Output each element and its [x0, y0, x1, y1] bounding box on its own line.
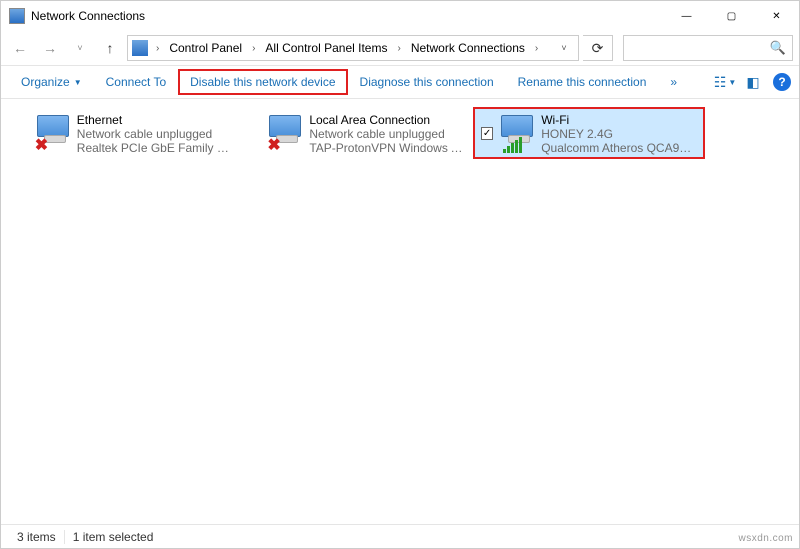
connection-status: Network cable unplugged — [309, 127, 465, 141]
adapter-icon — [499, 113, 535, 155]
app-icon — [9, 8, 25, 24]
breadcrumb-item-control-panel[interactable]: Control Panel — [165, 38, 246, 58]
breadcrumb-item-all-items[interactable]: All Control Panel Items — [261, 38, 391, 58]
preview-pane-button[interactable]: ◧ — [739, 70, 767, 94]
address-dropdown-button[interactable]: ˅ — [554, 36, 574, 60]
minimize-button[interactable]: — — [664, 1, 709, 31]
watermark: wsxdn.com — [738, 533, 793, 544]
chevron-right-icon[interactable]: › — [152, 43, 163, 54]
chevron-down-icon: ▼ — [74, 78, 82, 87]
rename-button[interactable]: Rename this connection — [506, 69, 659, 95]
connection-status: Network cable unplugged — [77, 127, 233, 141]
chevron-right-icon[interactable]: › — [248, 43, 259, 54]
connect-to-button[interactable]: Connect To — [94, 69, 179, 95]
titlebar: Network Connections — ▢ ✕ — [1, 1, 799, 31]
disable-device-button[interactable]: Disable this network device — [178, 69, 347, 95]
view-icon: ☷ — [714, 74, 727, 91]
selection-count: 1 item selected — [64, 530, 162, 544]
connection-device: Qualcomm Atheros QCA9377... — [541, 141, 697, 155]
connection-device: TAP-ProtonVPN Windows Ad... — [309, 141, 465, 155]
up-button[interactable]: ↑ — [97, 35, 123, 61]
close-button[interactable]: ✕ — [754, 1, 799, 31]
connection-item-local-area[interactable]: ✓ ✖ Local Area Connection Network cable … — [241, 107, 473, 159]
connection-item-wifi[interactable]: ✓ Wi-Fi HONEY 2.4G Qualcomm Atheros QCA9… — [473, 107, 705, 159]
connection-name: Wi-Fi — [541, 113, 697, 127]
connection-name: Ethernet — [77, 113, 233, 127]
item-count: 3 items — [9, 530, 64, 544]
forward-button[interactable]: → — [37, 35, 63, 61]
signal-strength-icon — [503, 137, 522, 153]
connection-status: HONEY 2.4G — [541, 127, 697, 141]
command-bar: Organize ▼ Connect To Disable this netwo… — [1, 65, 799, 99]
adapter-icon: ✖ — [267, 113, 303, 155]
organize-label: Organize — [21, 75, 70, 89]
refresh-button[interactable]: ⟳ — [583, 35, 613, 61]
selection-checkbox[interactable]: ✓ — [481, 127, 493, 140]
chevron-down-icon: ▼ — [728, 78, 736, 87]
search-icon: 🔍 — [770, 40, 786, 56]
overflow-button[interactable]: » — [658, 69, 689, 95]
adapter-icon: ✖ — [35, 113, 71, 155]
back-button[interactable]: ← — [7, 35, 33, 61]
location-icon — [132, 40, 148, 56]
chevron-right-icon[interactable]: › — [531, 43, 542, 54]
search-input[interactable]: 🔍 — [623, 35, 793, 61]
view-options-button[interactable]: ☷ ▼ — [711, 70, 739, 94]
connection-name: Local Area Connection — [309, 113, 465, 127]
connection-device: Realtek PCIe GbE Family Cont... — [77, 141, 233, 155]
preview-pane-icon: ◧ — [746, 74, 759, 91]
help-button[interactable]: ? — [773, 73, 791, 91]
status-bar: 3 items 1 item selected — [1, 524, 799, 548]
breadcrumb[interactable]: › Control Panel › All Control Panel Item… — [127, 35, 579, 61]
breadcrumb-item-network-connections[interactable]: Network Connections — [407, 38, 529, 58]
disconnected-icon: ✖ — [267, 139, 281, 153]
connections-list[interactable]: ✓ ✖ Ethernet Network cable unplugged Rea… — [1, 99, 799, 524]
recent-locations-button[interactable]: ˅ — [67, 35, 93, 61]
organize-menu[interactable]: Organize ▼ — [9, 69, 94, 95]
chevron-right-icon[interactable]: › — [393, 43, 404, 54]
disconnected-icon: ✖ — [35, 139, 49, 153]
address-bar: ← → ˅ ↑ › Control Panel › All Control Pa… — [1, 31, 799, 65]
diagnose-button[interactable]: Diagnose this connection — [348, 69, 506, 95]
maximize-button[interactable]: ▢ — [709, 1, 754, 31]
window-title: Network Connections — [31, 9, 145, 23]
connection-item-ethernet[interactable]: ✓ ✖ Ethernet Network cable unplugged Rea… — [9, 107, 241, 159]
